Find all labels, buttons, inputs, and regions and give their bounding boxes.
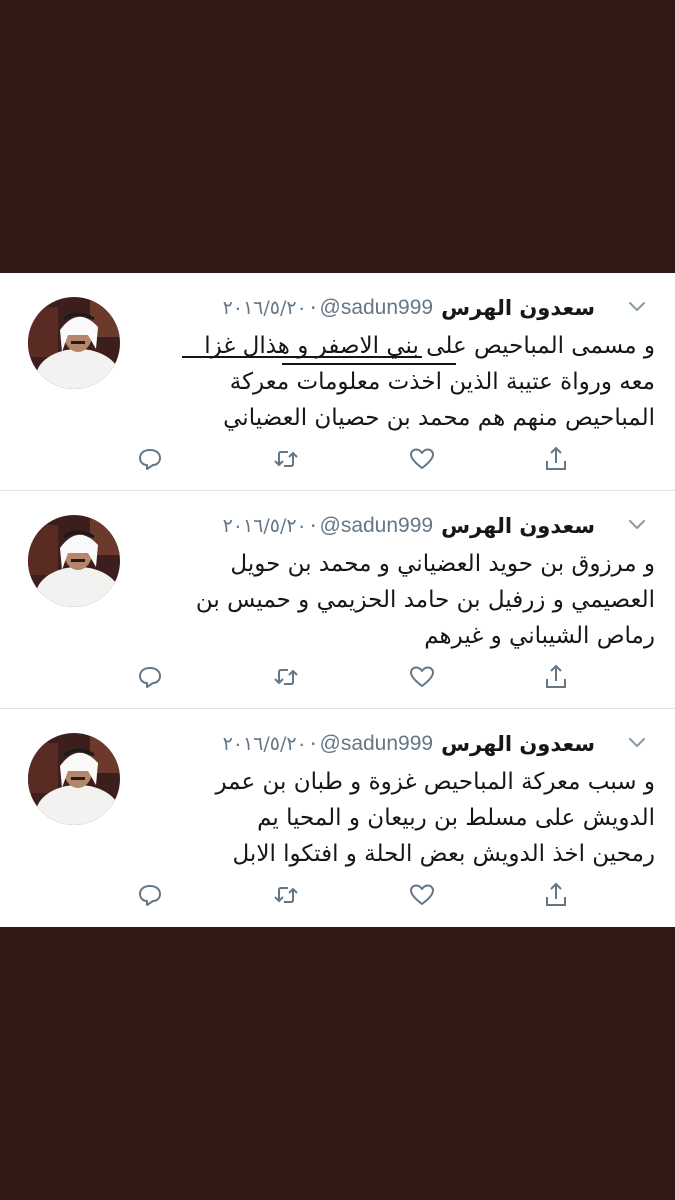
avatar[interactable] <box>28 297 120 389</box>
author-name[interactable]: سعدون الهرس <box>441 732 595 756</box>
share-button[interactable] <box>542 445 570 473</box>
reply-icon <box>139 449 161 470</box>
tweet-line: المباحيص منهم هم محمد بن حصيان العضياني <box>223 405 655 431</box>
like-button[interactable] <box>408 881 436 909</box>
tweet-actions <box>0 663 675 691</box>
share-icon <box>546 882 566 906</box>
avatar[interactable] <box>28 515 120 607</box>
tweet-line: معه ورواة عتيبة الذين اخذت معلومات معركة <box>229 369 655 395</box>
separator-dot: · <box>309 732 317 756</box>
chevron-down-icon[interactable] <box>628 299 646 313</box>
avatar[interactable] <box>28 733 120 825</box>
retweet-icon <box>274 451 298 467</box>
retweet-button[interactable] <box>272 881 300 909</box>
tweet-actions <box>0 445 675 473</box>
share-icon <box>546 664 566 688</box>
share-button[interactable] <box>542 663 570 691</box>
retweet-icon <box>274 887 298 903</box>
tweet-date[interactable]: ٢٠١٦/٥/٢٠ <box>223 515 307 537</box>
chevron-down-icon[interactable] <box>628 735 646 749</box>
share-button[interactable] <box>542 881 570 909</box>
tweet-text: و مرزوق بن حويد العضياني و محمد بن حويل … <box>125 546 655 654</box>
tweet-line: رماص الشيباني و غيرهم <box>424 623 655 649</box>
text-underline <box>282 363 456 365</box>
reply-button[interactable] <box>136 881 164 909</box>
tweet-header: سعدون الهرس @sadun999 · ٢٠١٦/٥/٢٠ <box>135 509 595 543</box>
tweet-date[interactable]: ٢٠١٦/٥/٢٠ <box>223 297 307 319</box>
tweet-text: و مسمى المباحيص على بني الاصفر و هذال غز… <box>125 328 655 436</box>
separator-dot: · <box>309 514 317 538</box>
top-background <box>0 0 675 273</box>
retweet-button[interactable] <box>272 445 300 473</box>
like-button[interactable] <box>408 663 436 691</box>
reply-button[interactable] <box>136 663 164 691</box>
reply-button[interactable] <box>136 445 164 473</box>
tweet-header: سعدون الهرس @sadun999 · ٢٠١٦/٥/٢٠ <box>135 291 595 325</box>
separator-dot: · <box>309 296 317 320</box>
tweet-actions <box>0 881 675 909</box>
tweet-line: رمحين اخذ الدويش بعض الحلة و افتكوا الاب… <box>232 841 655 867</box>
author-handle[interactable]: @sadun999 <box>320 296 434 320</box>
author-handle[interactable]: @sadun999 <box>320 514 434 538</box>
tweet-line: و سبب معركة المباحيص غزوة و طبان بن عمر <box>215 769 655 795</box>
tweet[interactable]: سعدون الهرس @sadun999 · ٢٠١٦/٥/٢٠ و مرزو… <box>0 491 675 709</box>
tweet-line: و مرزوق بن حويد العضياني و محمد بن حويل <box>230 551 655 577</box>
like-icon <box>410 448 434 469</box>
tweet-line: الدويش على مسلط بن ربيعان و المحيا يم <box>257 805 655 831</box>
tweet-header: سعدون الهرس @sadun999 · ٢٠١٦/٥/٢٠ <box>135 727 595 761</box>
like-icon <box>410 884 434 905</box>
tweet[interactable]: سعدون الهرس @sadun999 · ٢٠١٦/٥/٢٠ و مسمى… <box>0 273 675 491</box>
tweet-date[interactable]: ٢٠١٦/٥/٢٠ <box>223 733 307 755</box>
tweet-line: العصيمي و زرفيل بن حامد الحزيمي و حميس ب… <box>195 587 655 613</box>
reply-icon <box>139 667 161 688</box>
tweet-text: و سبب معركة المباحيص غزوة و طبان بن عمر … <box>125 764 655 872</box>
tweet-line: و مسمى المباحيص على بني الاصفر و هذال غز… <box>204 333 655 359</box>
author-handle[interactable]: @sadun999 <box>320 732 434 756</box>
tweet-panel: سعدون الهرس @sadun999 · ٢٠١٦/٥/٢٠ و مسمى… <box>0 273 675 927</box>
like-icon <box>410 666 434 687</box>
like-button[interactable] <box>408 445 436 473</box>
chevron-down-icon[interactable] <box>628 517 646 531</box>
bottom-background <box>0 927 675 1200</box>
author-name[interactable]: سعدون الهرس <box>441 296 595 320</box>
share-icon <box>546 446 566 470</box>
retweet-button[interactable] <box>272 663 300 691</box>
retweet-icon <box>274 669 298 685</box>
tweet[interactable]: سعدون الهرس @sadun999 · ٢٠١٦/٥/٢٠ و سبب … <box>0 709 675 927</box>
reply-icon <box>139 885 161 906</box>
author-name[interactable]: سعدون الهرس <box>441 514 595 538</box>
text-underline <box>182 356 422 358</box>
